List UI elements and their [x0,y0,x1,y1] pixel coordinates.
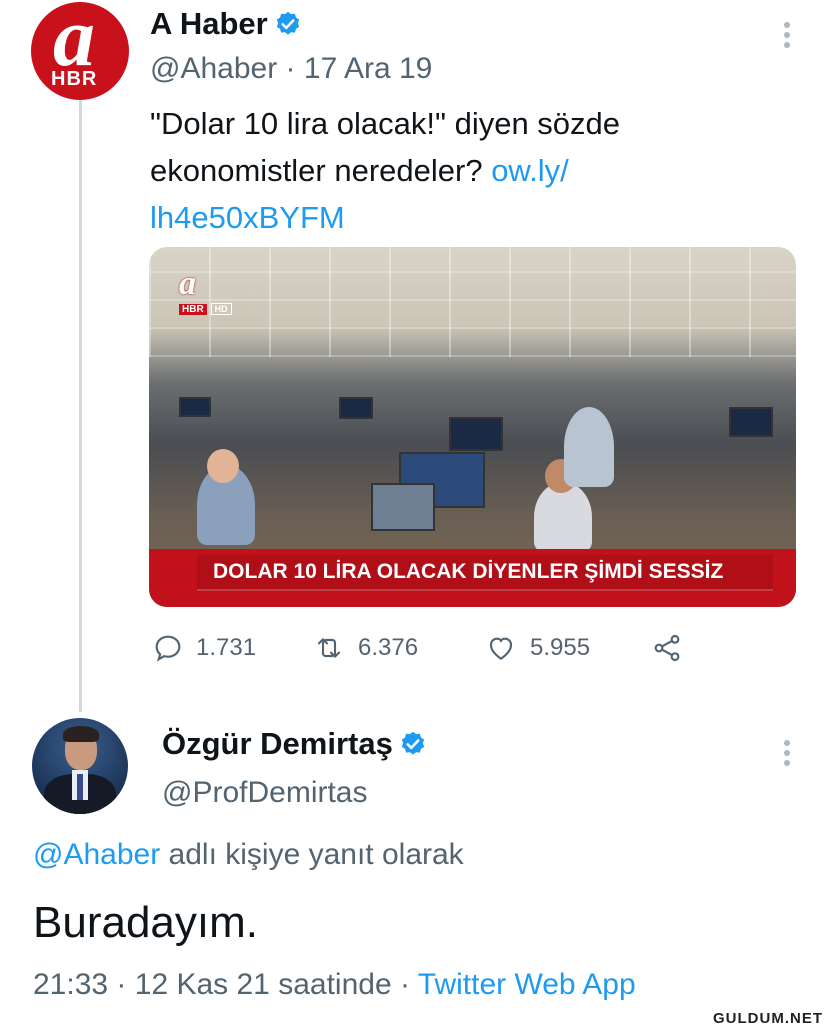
replying-to-label: adlı kişiye yanıt olarak [160,838,464,871]
author-handle[interactable]: @Ahaber [150,52,277,85]
avatar[interactable]: a HBR [31,2,129,100]
avatar-hair [63,726,99,742]
share-icon [654,634,680,662]
media-ceiling [149,247,796,357]
media-monitor [729,407,773,437]
reply-button[interactable]: 1.731 [152,628,256,668]
media-banner-text: DOLAR 10 LİRA OLACAK DİYENLER ŞİMDİ SESS… [197,555,773,591]
more-options-icon[interactable] [784,22,792,52]
reply-icon [155,635,181,662]
tweet-text: "Dolar 10 lira olacak!" diyen sözde ekon… [150,100,710,241]
author-name[interactable]: A Haber [150,6,302,42]
tweet-media[interactable]: a HBR HD DOLAR 10 LİRA OLACAK DİYENLER Şİ… [149,247,796,607]
media-logo-hd: HD [210,303,232,315]
tweet-actions: 1.731 6.376 5.955 [152,628,712,668]
more-options-icon[interactable] [784,740,792,770]
replying-to-handle[interactable]: @Ahaber [33,838,160,871]
heart-icon [489,637,513,660]
reply-meta: 21:33 · 12 Kas 21 saatinde · Twitter Web… [33,968,636,1002]
retweet-button[interactable]: 6.376 [312,628,418,668]
media-person [564,407,614,487]
avatar-tie [77,774,83,800]
reply-count: 1.731 [196,634,257,661]
author-name-text: A Haber [150,6,268,41]
media-monitor [179,397,211,417]
media-banner: DOLAR 10 LİRA OLACAK DİYENLER ŞİMDİ SESS… [149,549,796,607]
separator: · [116,968,127,1001]
reply-author-name[interactable]: Özgür Demirtaş [162,726,427,762]
share-button[interactable] [650,628,696,668]
tweet-link-part2[interactable]: lh4e50xBYFM [150,200,345,235]
thread-line [79,100,82,712]
reply-date[interactable]: 12 Kas 21 saatinde [135,968,392,1001]
verified-badge-icon [401,731,425,755]
tweet-link-part1[interactable]: ow.ly/ [491,153,569,188]
retweet-icon [317,638,341,658]
reply-text: Buradayım. [33,898,258,947]
reply-source[interactable]: Twitter Web App [418,968,636,1001]
separator: · [399,968,410,1001]
media-monitor [371,483,435,531]
like-count: 5.955 [530,634,591,661]
retweet-count: 6.376 [358,634,419,661]
reply-time[interactable]: 21:33 [33,968,108,1001]
media-channel-logo: a HBR HD [179,265,232,317]
media-logo-hbr: HBR [179,304,207,315]
tweet-date[interactable]: 17 Ara 19 [304,52,432,85]
author-handle-line: @Ahaber · 17 Ara 19 [150,52,432,86]
replying-to: @Ahaber adlı kişiye yanıt olarak [33,838,464,872]
verified-badge-icon [276,11,299,35]
media-monitor [339,397,373,419]
media-person [207,449,239,483]
reply-author-name-text: Özgür Demirtaş [162,726,393,761]
like-button[interactable]: 5.955 [484,628,590,668]
avatar-logo-text: HBR [51,68,98,90]
media-logo-letter: a [179,265,196,302]
avatar[interactable] [32,718,128,814]
watermark: GULDUM.NET [713,1010,823,1027]
separator: · [285,52,296,85]
reply-author-handle[interactable]: @ProfDemirtas [162,776,368,810]
media-monitor [449,417,503,451]
